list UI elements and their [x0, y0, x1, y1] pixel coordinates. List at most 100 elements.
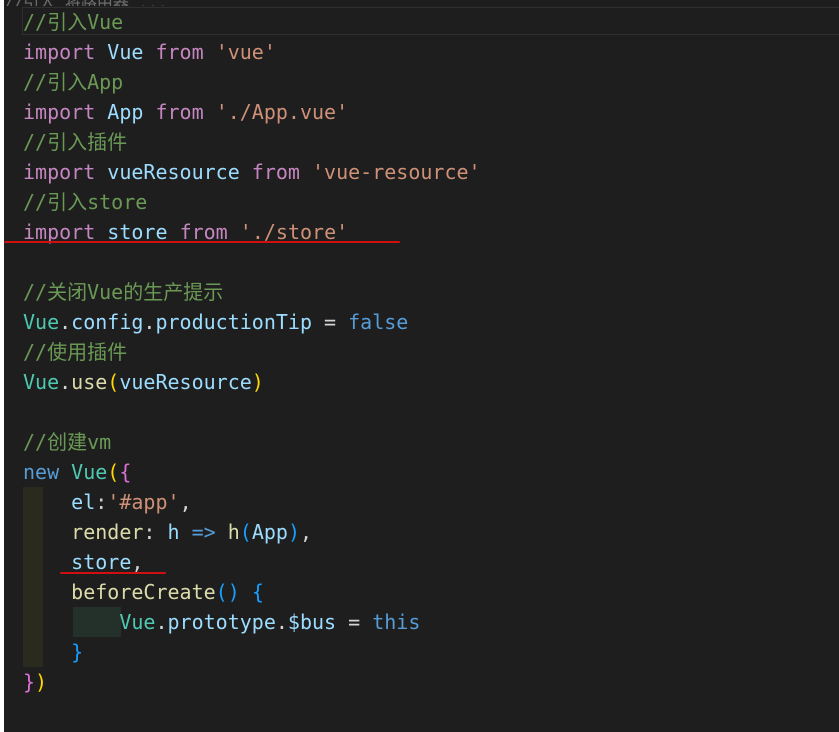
code-token: ) [251, 370, 264, 394]
code-token: //引入store [23, 190, 148, 214]
code-line[interactable]: } [23, 637, 481, 667]
code-token: import [23, 40, 96, 64]
code-token: . [59, 370, 72, 394]
code-line[interactable]: Vue.config.productionTip = false [23, 307, 481, 337]
code-token: 'vue-resource' [312, 160, 481, 184]
code-token: { [119, 460, 132, 484]
red-underline-import-store [4, 241, 400, 243]
code-token: Vue [107, 40, 144, 64]
code-token: = [336, 610, 373, 634]
code-token: } [71, 640, 84, 664]
code-token: //引入插件 [23, 130, 128, 154]
code-token: './App.vue' [215, 100, 349, 124]
code-token: h [227, 520, 240, 544]
code-token: //使用插件 [23, 340, 128, 364]
code-token: import [23, 100, 96, 124]
code-token: ) [35, 670, 48, 694]
code-token: '#app' [107, 490, 180, 514]
code-line[interactable]: import App from './App.vue' [23, 97, 481, 127]
code-line[interactable]: Vue.prototype.$bus = this [23, 607, 481, 637]
code-token: App [251, 520, 288, 544]
code-token: . [59, 310, 72, 334]
red-underline-store-option [60, 572, 166, 574]
code-token: //引入App [23, 70, 124, 94]
code-token: from [155, 100, 204, 124]
code-token: el [71, 490, 96, 514]
code-token: store [71, 550, 132, 574]
code-token: Vue [119, 610, 156, 634]
code-token: App [107, 100, 144, 124]
code-line[interactable]: //引入插件 [23, 127, 481, 157]
code-token: new [23, 460, 60, 484]
code-token: ( [107, 460, 120, 484]
code-token: . [275, 610, 288, 634]
code-line[interactable]: //引入store [23, 187, 481, 217]
code-token: () [215, 580, 240, 604]
code-token: render [71, 520, 144, 544]
code-line[interactable]: //使用插件 [23, 337, 481, 367]
code-token: Vue [71, 460, 108, 484]
code-lines[interactable]: //引入Vue import Vue from 'vue' //引入App impor… [23, 7, 481, 697]
code-token: use [71, 370, 108, 394]
code-token: h [167, 520, 180, 544]
code-line[interactable]: import Vue from 'vue' [23, 37, 481, 67]
code-line[interactable]: //关闭Vue的生产提示 [23, 277, 481, 307]
code-token: $bus [287, 610, 337, 634]
code-token: vueResource [119, 370, 252, 394]
code-token: ) [287, 520, 300, 544]
code-line[interactable]: beforeCreate() { [23, 577, 481, 607]
code-line[interactable]: render: h => h(App), [23, 517, 481, 547]
code-token: this [372, 610, 421, 634]
code-line[interactable] [23, 247, 481, 277]
code-line[interactable] [23, 397, 481, 427]
code-token: : [143, 520, 168, 544]
code-token: ( [107, 370, 120, 394]
code-line[interactable]: Vue.use(vueResource) [23, 367, 481, 397]
code-token: 'vue' [215, 40, 276, 64]
code-line[interactable]: //引入Vue [23, 7, 481, 37]
code-token: //引入Vue [23, 10, 124, 34]
code-token: vueResource [107, 160, 240, 184]
code-token: from [251, 160, 300, 184]
code-line[interactable]: new Vue({ [23, 457, 481, 487]
code-token: import [23, 160, 96, 184]
code-line[interactable]: //引入App [23, 67, 481, 97]
code-token: } [23, 670, 36, 694]
code-token: Vue [23, 310, 60, 334]
code-token: productionTip [155, 310, 313, 334]
code-editor[interactable]: //引入 将路由器 ... //引入Vue import Vue from 'vu… [4, 0, 839, 732]
code-token: config [71, 310, 144, 334]
code-token: ( [239, 520, 252, 544]
code-token: false [348, 310, 409, 334]
code-token: . [143, 310, 156, 334]
code-line[interactable]: import vueResource from 'vue-resource' [23, 157, 481, 187]
code-line[interactable]: //创建vm [23, 427, 481, 457]
code-line[interactable]: }) [23, 667, 481, 697]
code-token: , [300, 520, 313, 544]
code-token: beforeCreate [71, 580, 216, 604]
code-token: //创建vm [23, 430, 112, 454]
code-token: prototype [167, 610, 276, 634]
code-token: , [131, 550, 144, 574]
code-token: = [312, 310, 349, 334]
code-line[interactable]: el:'#app', [23, 487, 481, 517]
code-token: Vue [23, 370, 60, 394]
code-token: . [155, 610, 168, 634]
